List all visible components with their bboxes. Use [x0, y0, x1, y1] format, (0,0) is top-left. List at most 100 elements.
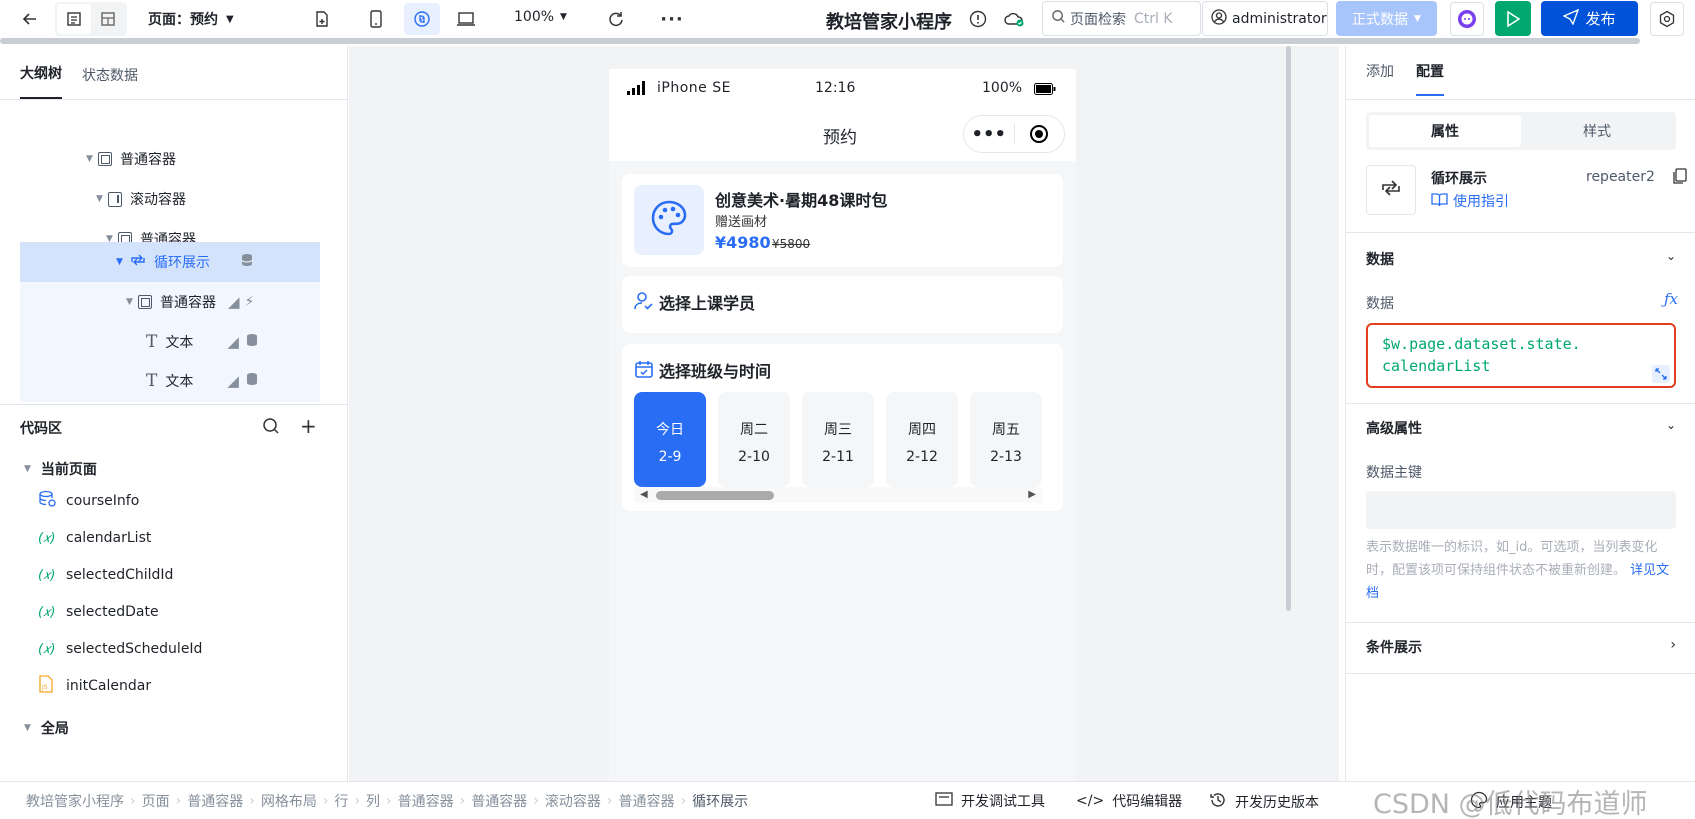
- code-item-variable[interactable]: (𝑥) selectedDate: [38, 597, 159, 627]
- breadcrumb-item[interactable]: 普通容器: [187, 791, 243, 811]
- zoom-selector[interactable]: 100% ▼: [514, 9, 567, 25]
- mobile-device-icon[interactable]: [360, 3, 392, 35]
- tree-node-container[interactable]: ▼ 普通容器 ◢ ⚡: [126, 283, 254, 321]
- section-divider: [1346, 232, 1695, 233]
- book-icon: [1431, 192, 1448, 211]
- settings-icon[interactable]: [1650, 2, 1684, 36]
- tab-add[interactable]: 添加: [1366, 61, 1394, 81]
- style-brush-icon: ◢: [227, 333, 239, 351]
- canvas-vertical-scrollbar[interactable]: [1286, 46, 1291, 611]
- advanced-section-header[interactable]: 高级属性 ⌄: [1366, 418, 1676, 438]
- day-label: 周四: [908, 422, 936, 438]
- usage-guide-link[interactable]: 使用指引: [1431, 191, 1509, 211]
- data-field-label: 数据: [1366, 296, 1394, 312]
- chevron-down-icon: ⌄: [1665, 249, 1676, 263]
- tree-node-text[interactable]: T 文本 ◢: [146, 323, 259, 361]
- signal-icon: [627, 81, 649, 99]
- breadcrumb-item[interactable]: 行: [334, 791, 348, 811]
- code-editor-button[interactable]: </> 代码编辑器: [1076, 791, 1182, 811]
- section-divider: [1346, 673, 1695, 674]
- nav-title: 预约: [823, 128, 857, 148]
- breadcrumb-item[interactable]: 列: [366, 791, 380, 811]
- day-item[interactable]: 周四 2-12: [886, 392, 958, 487]
- day-item[interactable]: 周二 2-10: [718, 392, 790, 487]
- search-icon[interactable]: [262, 417, 280, 439]
- tab-config[interactable]: 配置: [1416, 61, 1444, 96]
- data-expression-input[interactable]: $w.page.dataset.state. calendarList: [1366, 323, 1676, 388]
- add-page-icon[interactable]: [306, 3, 338, 35]
- phone-preview: iPhone SE 12:16 100% 预约 ••• 创意美术·暑期48课时包…: [609, 69, 1076, 781]
- tab-state-data[interactable]: 状态数据: [82, 65, 138, 99]
- code-item-script[interactable]: JS initCalendar: [38, 671, 151, 701]
- tree-node-container[interactable]: ▼ 普通容器: [86, 140, 176, 178]
- breadcrumb-item[interactable]: 网格布局: [261, 791, 317, 811]
- breadcrumb-item[interactable]: 普通容器: [398, 791, 454, 811]
- day-scrollbar[interactable]: ◀ ▶: [634, 487, 1042, 503]
- page-selector[interactable]: 页面：预约 ▼: [148, 9, 234, 29]
- layout-view-icon[interactable]: [91, 4, 125, 34]
- caret-down-icon: ▼: [24, 723, 31, 733]
- history-button[interactable]: 开发历史版本: [1209, 791, 1319, 813]
- tree-node-text[interactable]: T 文本 ◢: [146, 362, 259, 400]
- more-icon[interactable]: ···: [656, 3, 688, 35]
- more-dots-icon[interactable]: •••: [964, 124, 1014, 145]
- data-key-help-text: 表示数据唯一的标识，如_id。可选项，当列表变化时，配置该项可保持组件状态不被重…: [1366, 540, 1658, 578]
- publish-button[interactable]: 发布: [1541, 1, 1638, 36]
- code-item-variable[interactable]: (𝑥) calendarList: [38, 523, 151, 553]
- data-key-input[interactable]: [1366, 491, 1676, 529]
- copy-icon[interactable]: [1672, 168, 1688, 189]
- code-editor-label: 代码编辑器: [1112, 794, 1183, 810]
- cloud-sync-icon[interactable]: [998, 3, 1030, 35]
- add-icon[interactable]: +: [300, 414, 317, 438]
- breadcrumb-item[interactable]: 页面: [142, 791, 170, 811]
- data-section-header[interactable]: 数据 ⌄: [1366, 249, 1676, 269]
- debug-tools-button[interactable]: 开发调试工具: [935, 791, 1045, 811]
- env-selector[interactable]: 正式数据 ▼: [1336, 1, 1437, 36]
- code-item-variable[interactable]: (𝑥) selectedScheduleId: [38, 634, 202, 664]
- desktop-device-icon[interactable]: [450, 3, 482, 35]
- scroll-left-icon[interactable]: ◀: [640, 489, 648, 500]
- page-view-icon[interactable]: [57, 4, 91, 34]
- course-price: ¥4980: [715, 233, 771, 252]
- user-menu[interactable]: administrator: [1202, 1, 1328, 36]
- page-search-input[interactable]: 页面检索 Ctrl K: [1042, 1, 1201, 36]
- code-item-variable[interactable]: (𝑥) selectedChildId: [38, 560, 173, 590]
- tree-node-repeater[interactable]: ▼ 循环展示: [116, 243, 254, 281]
- component-id: repeater2: [1586, 169, 1655, 185]
- variable-icon: (𝑥): [38, 604, 56, 620]
- breadcrumb-item-current[interactable]: 循环展示: [692, 791, 748, 811]
- student-card[interactable]: 选择上课学员: [622, 276, 1063, 333]
- code-item-dataset[interactable]: courseInfo: [38, 486, 139, 516]
- current-page-group[interactable]: ▼ 当前页面: [24, 459, 97, 479]
- segment-styles[interactable]: 样式: [1521, 115, 1673, 147]
- day-item[interactable]: 周三 2-11: [802, 392, 874, 487]
- watermark: CSDN @低代码布道师: [1373, 789, 1648, 819]
- back-arrow-icon[interactable]: [14, 3, 46, 35]
- capsule-menu[interactable]: •••: [963, 115, 1065, 153]
- fx-icon[interactable]: ƒx: [1664, 290, 1678, 308]
- breadcrumb-item[interactable]: 普通容器: [471, 791, 527, 811]
- conditional-section-header[interactable]: 条件展示 ›: [1366, 637, 1676, 657]
- scroll-thumb[interactable]: [656, 491, 774, 500]
- expand-icon[interactable]: [1652, 365, 1670, 383]
- course-card[interactable]: 创意美术·暑期48课时包 赠送画材 ¥4980 ¥5800: [622, 174, 1063, 267]
- scroll-right-icon[interactable]: ▶: [1028, 489, 1036, 500]
- tree-node-scroll-container[interactable]: ▼ 滚动容器: [96, 180, 186, 218]
- tab-outline[interactable]: 大纲树: [20, 63, 62, 99]
- breadcrumb-item[interactable]: 教培管家小程序: [26, 791, 124, 811]
- global-group[interactable]: ▼ 全局: [24, 718, 69, 738]
- ai-assistant-icon[interactable]: [1450, 2, 1484, 36]
- breadcrumb-item[interactable]: 滚动容器: [545, 791, 601, 811]
- chevron-right-icon: ›: [680, 793, 687, 809]
- breadcrumb-item[interactable]: 普通容器: [618, 791, 674, 811]
- horizontal-scrollbar[interactable]: [0, 38, 1640, 44]
- preview-button[interactable]: [1495, 1, 1531, 36]
- refresh-icon[interactable]: [600, 3, 632, 35]
- info-icon[interactable]: [962, 3, 994, 35]
- segment-properties[interactable]: 属性: [1369, 115, 1521, 147]
- day-item[interactable]: 周五 2-13: [970, 392, 1042, 487]
- miniprogram-device-icon[interactable]: [404, 3, 440, 35]
- day-item-selected[interactable]: 今日 2-9: [634, 392, 706, 487]
- js-file-icon: JS: [38, 675, 58, 697]
- close-target-icon[interactable]: [1014, 124, 1064, 144]
